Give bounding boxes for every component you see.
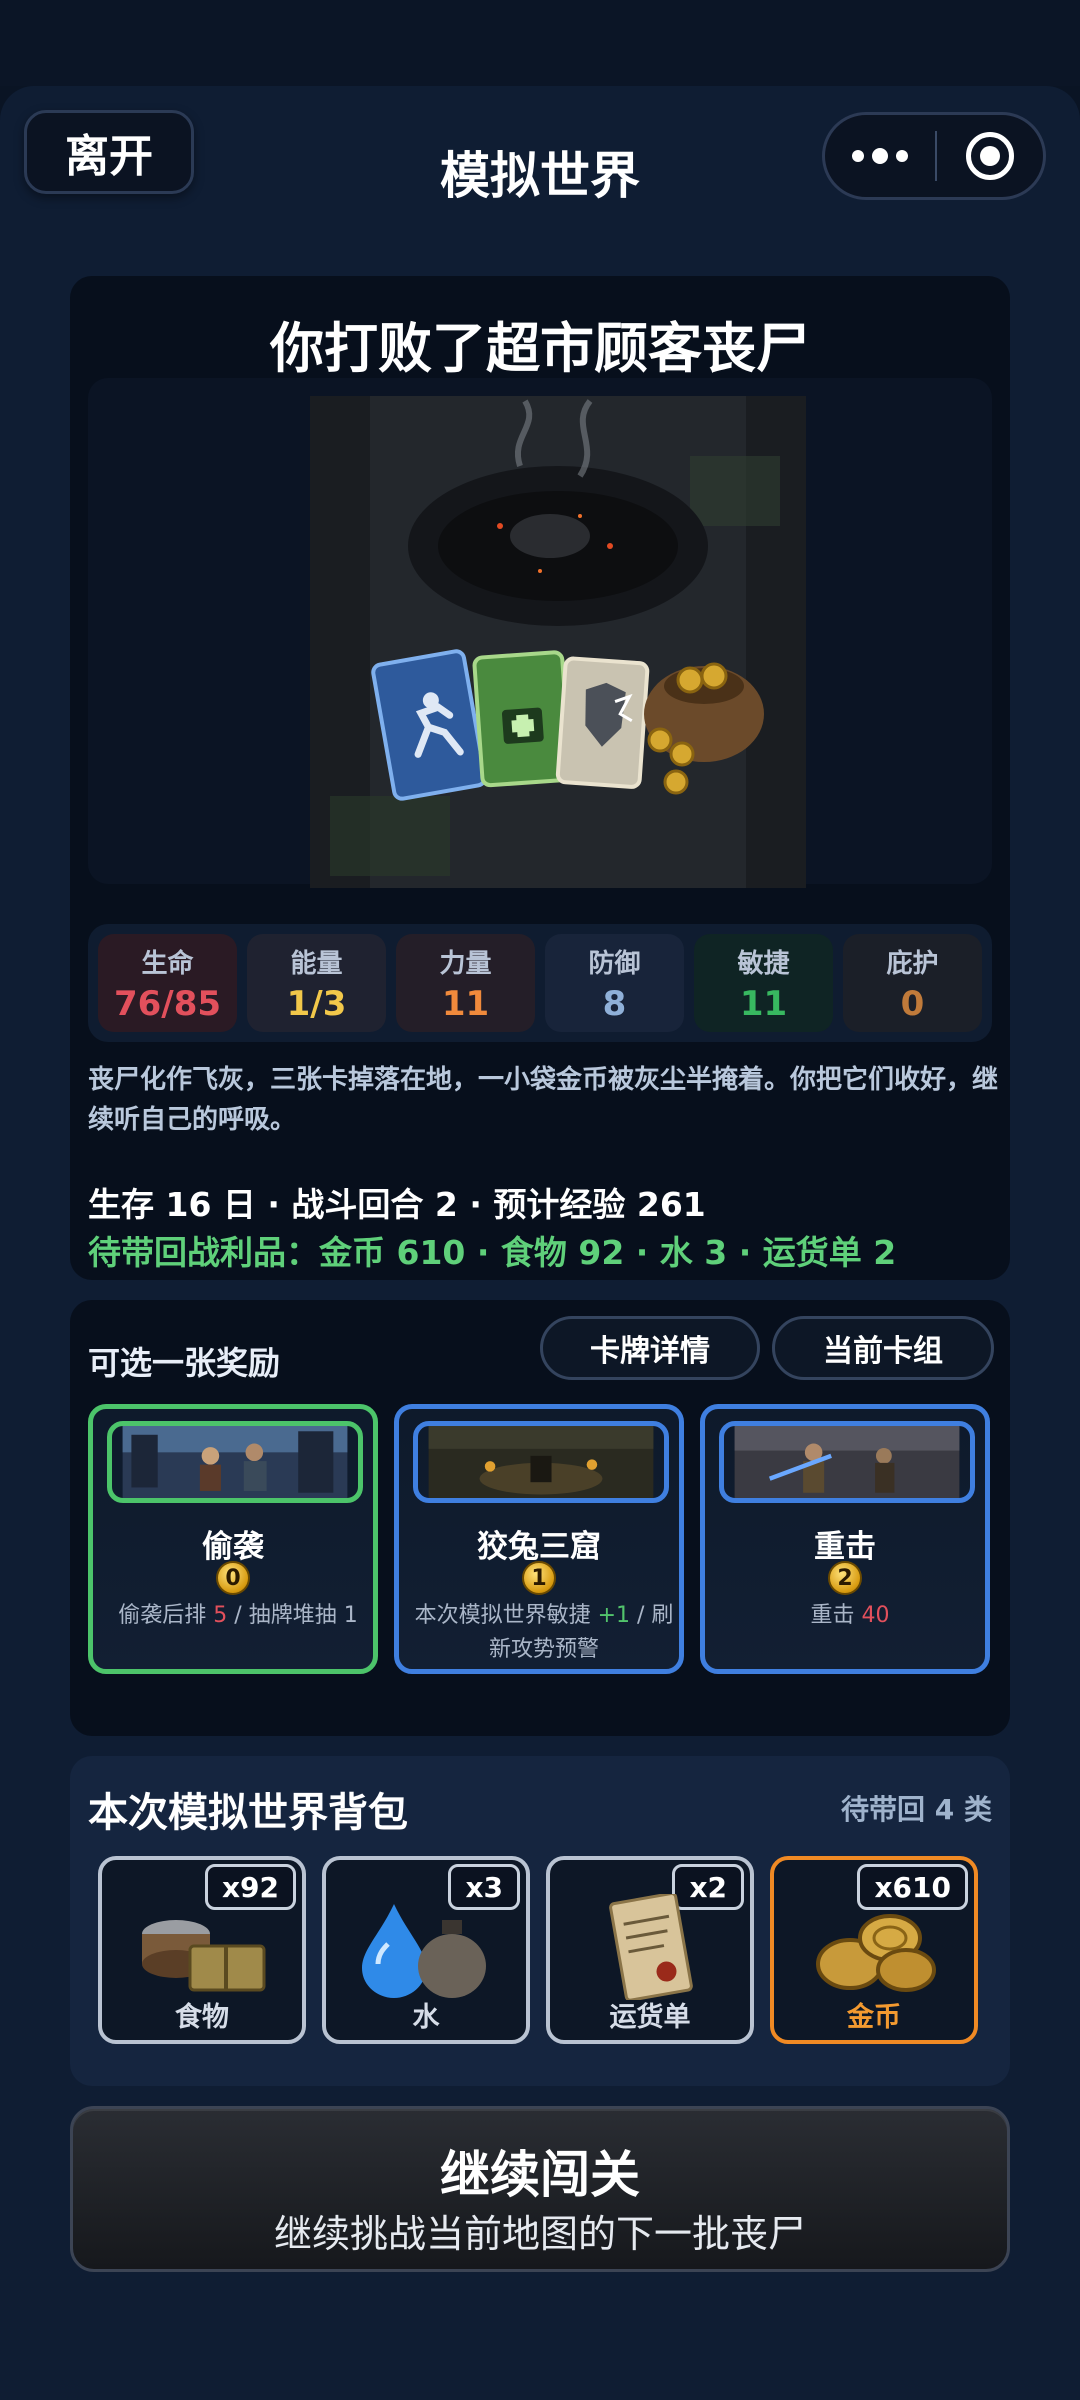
reward-section: 可选一张奖励 卡牌详情 当前卡组 偷袭 0 偷袭后排 5 / 抽牌堆抽 1 狡兔三窟 1… xyxy=(70,1300,1010,1736)
stat-label: 敏捷 xyxy=(737,948,790,979)
reward-card-option[interactable]: 偷袭 0 偷袭后排 5 / 抽牌堆抽 1 xyxy=(88,1404,378,1674)
survival-summary: 生存 16 日 · 战斗回合 2 · 预计经验 261 xyxy=(88,1185,706,1224)
card-effect-text: 偷袭后排 xyxy=(118,1603,214,1628)
reward-label: 可选一张奖励 xyxy=(88,1344,281,1382)
card-art xyxy=(413,1421,669,1503)
backpack-count: 待带回 4 类 xyxy=(841,1793,992,1826)
item-name: 水 xyxy=(412,2002,440,2033)
stat-value: 0 xyxy=(900,983,925,1024)
stat-value: 11 xyxy=(739,983,788,1024)
card-effect-text: 本次模拟世界敏捷 xyxy=(414,1603,598,1628)
card-effect-value: 5 xyxy=(213,1603,228,1628)
stat-label: 庇护 xyxy=(886,948,939,979)
scene-frame xyxy=(88,378,992,888)
card-effect-text: 重击 xyxy=(810,1603,862,1628)
card-name: 狡兔三窟 xyxy=(477,1529,601,1565)
backpack-item-water[interactable]: x3 水 xyxy=(322,1856,530,2044)
waybill-icon xyxy=(574,1891,726,2002)
stat-value: 11 xyxy=(441,983,490,1024)
status-bar xyxy=(0,0,1080,86)
card-effect-value: +1 xyxy=(597,1603,631,1628)
stat-label: 力量 xyxy=(439,948,492,979)
continue-button[interactable]: 继续闯关 继续挑战当前地图的下一批丧尸 xyxy=(70,2106,1010,2272)
stat-label: 防御 xyxy=(588,948,641,979)
card-details-button[interactable]: 卡牌详情 xyxy=(540,1316,760,1380)
card-effect: 重击 40 xyxy=(715,1599,985,1633)
reward-card-option[interactable]: 重击 2 重击 40 xyxy=(700,1404,990,1674)
item-name: 运货单 xyxy=(609,2002,691,2033)
battle-result-card: 你打败了超市顾客丧尸 生命 76/85 能量 1/3 力量 11 防御 8 敏捷… xyxy=(70,276,1010,1280)
stat-box: 庇护 0 xyxy=(843,934,982,1032)
energy-cost-icon: 2 xyxy=(828,1561,862,1595)
stat-box: 生命 76/85 xyxy=(98,934,237,1032)
item-name: 食物 xyxy=(175,2002,229,2033)
result-title: 你打败了超市顾客丧尸 xyxy=(270,317,810,380)
card-effect: 本次模拟世界敏捷 +1 / 刷新攻势预警 xyxy=(409,1599,679,1667)
result-description: 丧尸化作飞灰，三张卡掉落在地，一小袋金币被灰尘半掩着。你把它们收好，继续听自己的… xyxy=(88,1065,999,1135)
card-art xyxy=(107,1421,363,1503)
stat-box: 能量 1/3 xyxy=(247,934,386,1032)
stats-row: 生命 76/85 能量 1/3 力量 11 防御 8 敏捷 11 庇护 0 xyxy=(88,924,992,1042)
card-effect-text: / 抽牌堆抽 1 xyxy=(227,1603,358,1628)
loot-scene-image xyxy=(310,396,806,888)
backpack-item-waybill[interactable]: x2 运货单 xyxy=(546,1856,754,2044)
stat-value: 1/3 xyxy=(286,983,347,1024)
reward-card-option[interactable]: 狡兔三窟 1 本次模拟世界敏捷 +1 / 刷新攻势预警 xyxy=(394,1404,684,1674)
energy-cost-icon: 0 xyxy=(216,1561,250,1595)
card-name: 重击 xyxy=(814,1529,876,1565)
card-art xyxy=(719,1421,975,1503)
stat-box: 防御 8 xyxy=(545,934,684,1032)
backpack-title: 本次模拟世界背包 xyxy=(88,1790,408,1836)
more-dots-icon[interactable] xyxy=(825,115,935,197)
continue-title: 继续闯关 xyxy=(440,2146,640,2204)
stat-value: 76/85 xyxy=(113,983,222,1024)
backpack-item-food[interactable]: x92 食物 xyxy=(98,1856,306,2044)
card-effect-value: 40 xyxy=(861,1603,890,1628)
stat-label: 生命 xyxy=(141,948,194,979)
pending-loot-summary: 待带回战利品：金币 610 · 食物 92 · 水 3 · 运货单 2 xyxy=(88,1233,897,1272)
food-icon xyxy=(126,1894,278,2000)
stat-label: 能量 xyxy=(290,948,343,979)
card-name: 偷袭 xyxy=(202,1529,264,1565)
mini-program-capsule xyxy=(822,112,1046,200)
stat-box: 力量 11 xyxy=(396,934,535,1032)
backpack-section: 本次模拟世界背包 待带回 4 类 x92 食物 x3 水 x2 运货单 x610… xyxy=(70,1756,1010,2086)
current-deck-button[interactable]: 当前卡组 xyxy=(772,1316,994,1380)
energy-cost-icon: 1 xyxy=(522,1561,556,1595)
stat-box: 敏捷 11 xyxy=(694,934,833,1032)
gold-coins-icon xyxy=(798,1894,950,2000)
stat-value: 8 xyxy=(602,983,627,1024)
item-name: 金币 xyxy=(847,2002,901,2033)
card-effect: 偷袭后排 5 / 抽牌堆抽 1 xyxy=(103,1599,373,1633)
water-icon xyxy=(350,1894,502,2000)
continue-subtitle: 继续挑战当前地图的下一批丧尸 xyxy=(273,2212,806,2256)
record-target-icon[interactable] xyxy=(937,132,1043,180)
backpack-item-gold[interactable]: x610 金币 xyxy=(770,1856,978,2044)
